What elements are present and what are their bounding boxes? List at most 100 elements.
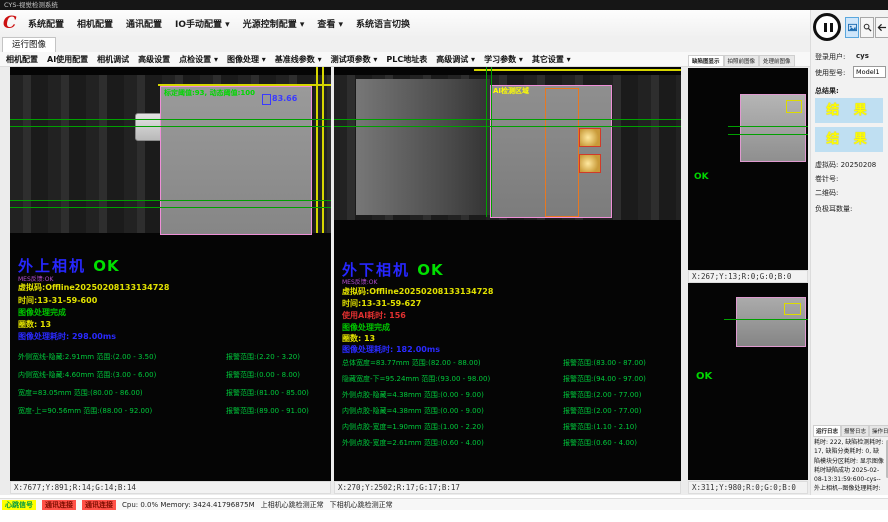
- measure-row: 宽度=83.05mm 范围:(80.00 - 86.00) 报警范围:(81.0…: [18, 388, 329, 398]
- thumb-result: OK: [696, 371, 712, 382]
- zoom-button[interactable]: [860, 17, 874, 38]
- control-panel: 登录用户: cys 使用型号: Model1 总结果: 结 果 结 果 虚拟码:…: [810, 10, 888, 495]
- tool-learning-params[interactable]: 学习参数 ▾: [484, 54, 523, 65]
- menu-system-config[interactable]: 系统配置: [28, 17, 64, 30]
- heartbeat-badge: 心跳信号: [2, 500, 36, 510]
- menu-camera-config[interactable]: 相机配置: [77, 17, 113, 30]
- measure-text: 内侧宽线-隐藏:4.60mm 范围:(3.00 - 6.00): [18, 371, 156, 379]
- photo-view-button[interactable]: [845, 17, 859, 38]
- vcode-value: 20250208: [841, 161, 877, 169]
- menu-view[interactable]: 查看 ▾: [317, 17, 343, 30]
- photo-icon: [848, 23, 857, 32]
- measure-marker: [262, 94, 271, 105]
- result-box-1: 结 果: [815, 98, 883, 123]
- pixel-coords-small-bottom: X:311;Y:980;R:0;G:0;B:0: [688, 481, 808, 494]
- roi-rectangle: 标定阈值:93, 动态阈值:100: [160, 86, 312, 235]
- tool-test-item-params[interactable]: 测试项参数 ▾: [331, 54, 378, 65]
- qr-code-label: 二维码:: [815, 188, 838, 198]
- reference-line: [728, 126, 808, 127]
- app-window: CYS-视觉检测系统 C 系统配置 相机配置 通讯配置 IO手动配置 ▾ 光源控…: [0, 0, 888, 522]
- window-title: CYS-视觉检测系统: [0, 0, 888, 10]
- log-tab-run[interactable]: 运行日志: [813, 425, 841, 437]
- measure-row: 内侧点胶-隐藏=4.38mm 范围:(0.00 - 9.00) 报警范围:(2.…: [342, 406, 679, 416]
- alarm-range: 报警范围:(0.60 - 4.00): [563, 438, 637, 448]
- pause-icon: [824, 23, 833, 32]
- tab-run-image[interactable]: 运行图像: [2, 37, 56, 53]
- ai-detect-rectangle: [545, 88, 579, 217]
- login-user-value: cys: [856, 52, 869, 60]
- log-tab-alarm[interactable]: 报警日志: [841, 425, 869, 437]
- tool-camera-debug[interactable]: 相机调试: [97, 54, 129, 65]
- vcode-label-text: 虚拟码:: [815, 161, 838, 169]
- tool-baseline-params[interactable]: 基准线参数 ▾: [275, 54, 322, 65]
- detected-tab-2: [579, 154, 601, 173]
- view-mode-buttons: [845, 17, 888, 38]
- small-tab-defect-image[interactable]: 缺陷图显示: [688, 55, 724, 67]
- tool-image-processing[interactable]: 图像处理 ▾: [227, 54, 266, 65]
- thumb-marker: [786, 100, 802, 113]
- comm-badge-2: 通讯连接: [82, 500, 116, 510]
- machine-bright-region: [356, 79, 490, 215]
- cam-bottom-heartbeat: 下相机心跳检测正常: [330, 500, 393, 510]
- menu-items: 系统配置 相机配置 通讯配置 IO手动配置 ▾ 光源控制配置 ▾ 查看 ▾ 系统…: [28, 10, 410, 36]
- measure-row: 内侧宽线-隐藏:4.60mm 范围:(3.00 - 6.00) 报警范围:(0.…: [18, 370, 329, 380]
- camera-view-lower[interactable]: AI检测区域 外下相机 OK MES反馈:OK 虚拟码:Offline20250…: [334, 67, 681, 481]
- measure-row: 外侧宽线-隐藏:2.91mm 范围:(2.00 - 3.50) 报警范围:(2.…: [18, 352, 329, 362]
- cpu-memory-readout: Cpu: 0.0% Memory: 3424.41796875M: [122, 501, 255, 509]
- measure-text: 宽度=83.05mm 范围:(80.00 - 86.00): [18, 389, 143, 397]
- reference-line-vertical: [491, 67, 492, 217]
- reference-line-vertical: [486, 67, 487, 217]
- boundary-line-vertical-2: [322, 67, 324, 233]
- small-view-bottom[interactable]: OK: [688, 283, 808, 480]
- cycle-count: 圈数: 13: [342, 333, 375, 344]
- thumb-result: OK: [694, 172, 709, 182]
- back-button[interactable]: [875, 17, 888, 38]
- pixel-coords-small-top: X:267;Y:13;R:0;G:0;B:0: [688, 270, 808, 283]
- cycle-count: 圈数: 13: [18, 319, 51, 330]
- measure-text: 内侧点胶-隐藏=4.38mm 范围:(0.00 - 9.00): [342, 407, 484, 415]
- alarm-range: 报警范围:(81.00 - 85.00): [226, 388, 309, 398]
- measure-row: 宽度-上=90.56mm 范围:(88.00 - 92.00) 报警范围:(89…: [18, 406, 329, 416]
- virtual-barcode: 虚拟码:Offline20250208133134728: [342, 286, 493, 297]
- menu-comm-config[interactable]: 通讯配置: [126, 17, 162, 30]
- small-tab-pre-process[interactable]: 处理前图像: [759, 55, 795, 67]
- alarm-range: 报警范围:(0.00 - 8.00): [226, 370, 300, 380]
- ai-elapsed: 使用AI耗时: 156: [342, 310, 406, 321]
- reel-number-label: 卷针号:: [815, 174, 838, 184]
- reference-line: [10, 200, 331, 201]
- back-arrow-icon: [877, 23, 887, 32]
- pause-button[interactable]: [813, 13, 841, 41]
- pixel-coords-left: X:7677;Y:891;R:14;G:14;B:14: [10, 481, 331, 494]
- log-tab-operation[interactable]: 操作日志: [869, 425, 888, 437]
- measure-value-tag: 83.66: [272, 94, 297, 103]
- model-input[interactable]: Model1: [853, 66, 886, 78]
- small-view-top[interactable]: OK: [688, 68, 808, 270]
- result-ok: OK: [93, 257, 119, 275]
- small-tab-pre-capture[interactable]: 拍照前图像: [724, 55, 760, 67]
- alarm-range: 报警范围:(2.00 - 77.00): [563, 390, 641, 400]
- tool-other-settings[interactable]: 其它设置 ▾: [532, 54, 571, 65]
- tab-strip: [0, 36, 810, 53]
- reference-line: [10, 207, 331, 208]
- menu-io-manual-config[interactable]: IO手动配置 ▾: [175, 17, 230, 30]
- alarm-range: 报警范围:(94.00 - 97.00): [563, 374, 646, 384]
- capture-time: 时间:13-31-59-600: [18, 295, 97, 306]
- tool-plc-address-table[interactable]: PLC地址表: [386, 54, 427, 65]
- measure-row: 外侧点胶-隐藏=4.38mm 范围:(0.00 - 9.00) 报警范围:(2.…: [342, 390, 679, 400]
- comm-badge-1: 通讯连接: [42, 500, 76, 510]
- tool-ai-usage-config[interactable]: AI使用配置: [47, 54, 88, 65]
- small-view-tabs: 缺陷图显示 拍照前图像 处理前图像: [688, 55, 808, 67]
- total-result-label: 总结果:: [815, 86, 839, 96]
- tool-camera-config[interactable]: 相机配置: [6, 54, 38, 65]
- tool-advanced-debug[interactable]: 高级调试 ▾: [436, 54, 475, 65]
- process-status: 图像处理完成: [18, 307, 66, 318]
- camera-view-upper[interactable]: 标定阈值:93, 动态阈值:100 83.66 外上相机 OK MES反馈:OK…: [10, 67, 331, 481]
- alarm-range: 报警范围:(83.00 - 87.00): [563, 358, 646, 368]
- tool-advanced-settings[interactable]: 高级设置: [138, 54, 170, 65]
- menu-light-control-config[interactable]: 光源控制配置 ▾: [243, 17, 305, 30]
- log-text-area[interactable]: 耗时: 222, 缺陷检测耗时: 17, 缺陷分类耗时: 0, 缺陷模块分区耗时…: [814, 438, 884, 494]
- tool-spotcheck-settings[interactable]: 点检设置 ▾: [179, 54, 218, 65]
- menu-language-switch[interactable]: 系统语言切换: [356, 17, 410, 30]
- model-label: 使用型号:: [815, 68, 845, 78]
- measure-text: 总体宽度=83.77mm 范围:(82.00 - 88.00): [342, 359, 481, 367]
